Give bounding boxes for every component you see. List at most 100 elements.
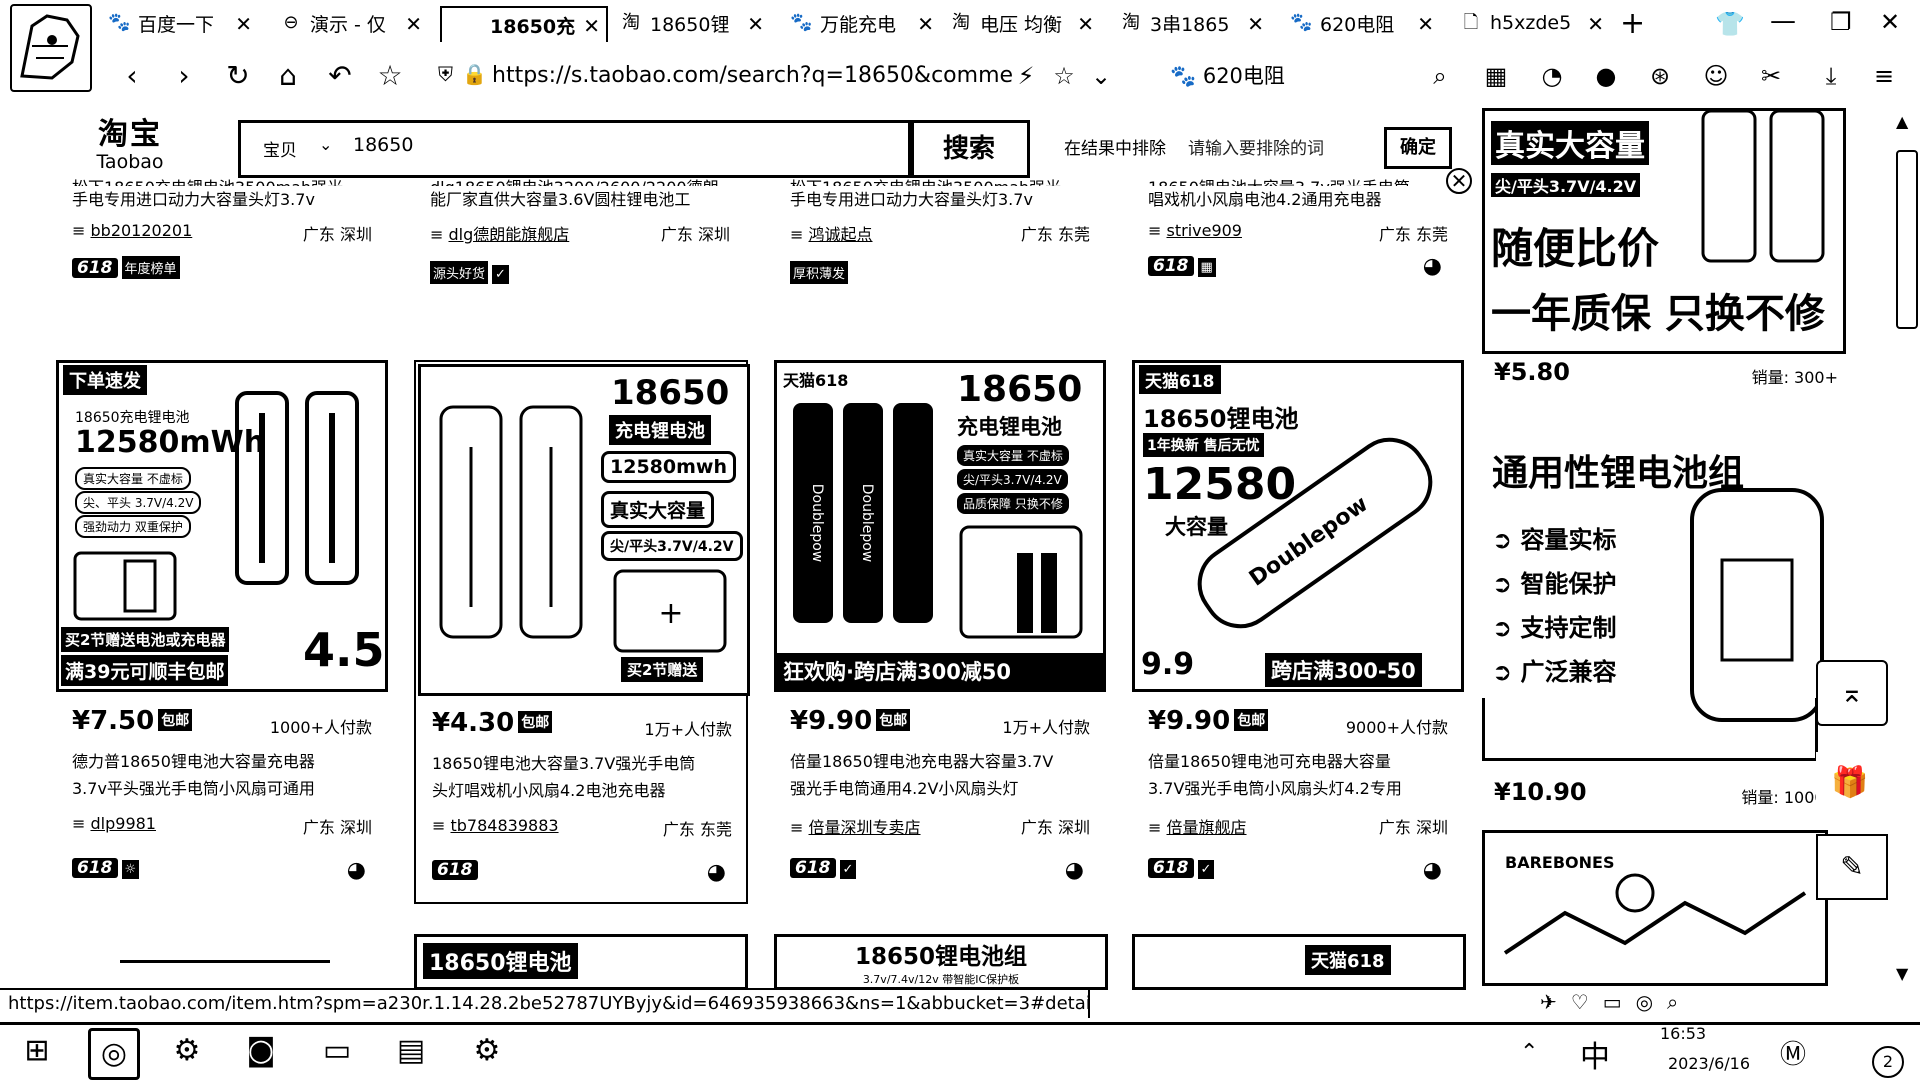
close-icon[interactable]: ✕ [405, 12, 422, 36]
ad-image[interactable]: 真实大容量 尖/平头3.7V/4.2V 随便比价 一年质保 只换不修 [1482, 108, 1846, 354]
undo-icon[interactable]: ↶ [322, 58, 358, 94]
product-title[interactable]: 18650锂电池大容量3.7V强光手电筒 头灯唱戏机小风扇4.2电池充电器 [432, 750, 732, 804]
close-icon[interactable]: ✕ [1587, 12, 1604, 36]
close-icon[interactable]: ✕ [747, 12, 764, 36]
wangwang-icon[interactable]: ◕ [1423, 858, 1442, 883]
tab-5[interactable]: 🐾 万能充电 ✕ [790, 6, 940, 40]
taobao-logo[interactable]: 淘宝 Taobao [90, 118, 170, 176]
shop-link[interactable]: 鸿诚起点 [809, 225, 873, 244]
product-image-partial[interactable]: 18650锂电池组 3.7v/7.4v/12v 带智能IC保护板 [774, 934, 1108, 990]
tab-9[interactable]: 🗋 h5xzde5 ✕ [1460, 6, 1610, 40]
product-image-partial[interactable] [120, 960, 330, 989]
shop-link[interactable]: bb20120201 [91, 221, 193, 240]
close-icon[interactable]: ✕ [1077, 12, 1094, 36]
m-icon[interactable]: Ⓜ [1780, 1034, 1806, 1071]
lock-icon[interactable]: 🔒 [462, 62, 487, 86]
shop-link[interactable]: 倍量旗舰店 [1167, 818, 1247, 837]
app-window-icon[interactable]: ▤ [388, 1028, 434, 1074]
search-engine-shortcut[interactable]: 🐾 620电阻 [1170, 60, 1285, 90]
product-image[interactable]: 天猫618 18650 充电锂电池 真实大容量 不虚标 尖/平头3.7V/4.2… [774, 360, 1106, 692]
shirt-icon[interactable]: 👕 [1715, 10, 1745, 38]
wangwang-icon[interactable]: ◕ [347, 858, 366, 883]
history-icon[interactable]: ◔ [1536, 60, 1568, 92]
wangwang-icon[interactable]: ◕ [1065, 858, 1084, 883]
clock-time[interactable]: 16:53 [1660, 1024, 1706, 1043]
confirm-exclude-button[interactable]: 确定 [1384, 127, 1452, 169]
ad-image[interactable]: 通用性锂电池组 ➲ 容量实标 ➲ 智能保护 ➲ 支持定制 ➲ 广泛兼容 [1482, 420, 1840, 766]
file-explorer-icon[interactable]: ▭ [314, 1028, 360, 1074]
browser-app-icon[interactable]: ◎ [88, 1028, 140, 1080]
exclude-input[interactable]: 请输入要排除的词 [1188, 134, 1324, 159]
download-circle-icon[interactable]: ● [1590, 60, 1622, 92]
product-image-partial[interactable]: 天猫618 [1132, 934, 1466, 990]
scrollbar-thumb[interactable] [1896, 150, 1918, 329]
user-avatar[interactable] [10, 4, 92, 92]
new-tab-button[interactable]: + [1620, 6, 1645, 41]
minimize-button[interactable]: — [1770, 6, 1796, 36]
notification-badge[interactable]: 2 [1872, 1046, 1904, 1078]
settings-gear-icon[interactable]: ⚙ [164, 1028, 210, 1074]
close-window-button[interactable]: ✕ [1880, 8, 1900, 36]
apps-grid-icon[interactable]: ▦ [1480, 60, 1512, 92]
tab-1[interactable]: 🐾 百度一下 ✕ [108, 6, 258, 40]
collapse-icon[interactable]: ⌅ [1816, 660, 1888, 726]
cat-icon[interactable]: ☺ [1700, 60, 1732, 92]
search-button[interactable]: 搜索 [908, 120, 1030, 178]
product-title[interactable]: 德力普18650锂电池大容量充电器 3.7v平头强光手电筒小风扇可通用 [72, 748, 372, 802]
search-input[interactable]: 18650 [353, 134, 413, 156]
shop-link[interactable]: dlg德朗能旗舰店 [449, 225, 570, 244]
forward-button[interactable]: › [166, 58, 202, 94]
close-icon[interactable]: ✕ [1417, 12, 1434, 36]
product-title[interactable]: 倍量18650锂电池充电器大容量3.7V 强光手电筒通用4.2V小风扇头灯 [790, 748, 1090, 802]
tab-4[interactable]: 淘 18650锂 ✕ [620, 6, 770, 40]
chevron-down-icon[interactable]: ⌄ [319, 135, 332, 154]
scissors-icon[interactable]: ✂ [1755, 60, 1787, 92]
favorite-icon[interactable]: ☆ [1048, 60, 1080, 92]
scroll-down-arrow[interactable]: ▼ [1896, 964, 1908, 983]
extension-icon[interactable]: ⊛ [1644, 60, 1676, 92]
product-card-hovered[interactable]: 18650 充电锂电池 12580mwh 真实大容量 尖/平头3.7V/4.2V… [414, 360, 750, 904]
product-title[interactable]: 倍量18650锂电池可充电器大容量 3.7V强光手电筒小风扇头灯4.2专用 [1148, 748, 1448, 802]
gift-icon[interactable]: 🎁 [1816, 752, 1884, 814]
close-icon[interactable]: ✕ [1446, 168, 1472, 194]
close-icon[interactable]: ✕ [235, 12, 252, 36]
product-image[interactable]: 天猫618 18650锂电池 1年换新 售后无忧 12580 大容量 Doubl… [1132, 360, 1464, 692]
home-button[interactable]: ⌂ [270, 58, 306, 94]
shield-icon[interactable]: ⛨ [438, 62, 453, 86]
scroll-up-arrow[interactable]: ▲ [1896, 112, 1908, 131]
reload-button[interactable]: ↻ [220, 58, 256, 94]
tab-2[interactable]: ⊖ 演示 - 仅 ✕ [280, 6, 428, 40]
maximize-button[interactable]: ❐ [1830, 8, 1852, 36]
close-icon[interactable]: ✕ [1247, 12, 1264, 36]
product-card-partial[interactable]: 松下18650充电锂电池3500mah强光 手电专用进口动力大容量头灯3.7v … [790, 174, 1090, 304]
ime-indicator[interactable]: 中 [1580, 1032, 1610, 1076]
product-card[interactable]: 下单速发 18650充电锂电池 12580mWh 真实大容量 不虚标 尖、平头 … [56, 360, 388, 883]
wangwang-icon[interactable]: ◕ [1423, 254, 1442, 279]
product-card-partial[interactable]: dlg18650锂电池3200/2600/2200德朗 能厂家直供大容量3.6V… [430, 174, 730, 304]
shop-link[interactable]: tb784839883 [451, 816, 559, 835]
product-image[interactable]: 下单速发 18650充电锂电池 12580mWh 真实大容量 不虚标 尖、平头 … [56, 360, 388, 692]
ad-image[interactable]: BAREBONES [1482, 830, 1828, 986]
product-image-partial[interactable]: 18650锂电池 [414, 934, 748, 990]
search-category-select[interactable]: 宝贝 [263, 136, 297, 161]
address-bar[interactable]: https://s.taobao.com/search?q=18650&comm… [492, 54, 1012, 98]
close-icon[interactable]: ✕ [583, 14, 600, 38]
clock-date[interactable]: 2023/6/16 [1668, 1054, 1750, 1073]
tab-3-active[interactable]: 18650充 ✕ [440, 6, 608, 42]
wangwang-icon[interactable]: ◕ [707, 860, 726, 885]
tab-8[interactable]: 🐾 620电阻 ✕ [1290, 6, 1440, 40]
shop-link[interactable]: 倍量深圳专卖店 [809, 818, 921, 837]
product-image[interactable]: 18650 充电锂电池 12580mwh 真实大容量 尖/平头3.7V/4.2V… [418, 364, 750, 696]
download-icon[interactable]: ⤓ [1815, 60, 1847, 92]
menu-icon[interactable]: ≡ [1868, 60, 1900, 92]
app-icon[interactable]: ◙ [238, 1028, 284, 1074]
product-card[interactable]: 天猫618 18650锂电池 1年换新 售后无忧 12580 大容量 Doubl… [1132, 360, 1464, 883]
shop-link[interactable]: strive909 [1167, 221, 1242, 240]
windows-start-icon[interactable]: ⊞ [14, 1028, 60, 1074]
lightning-icon[interactable]: ⚡ [1010, 60, 1042, 92]
product-card-partial[interactable]: 松下18650充电锂电池3500mah强光 手电专用进口动力大容量头灯3.7v … [72, 174, 372, 304]
tab-6[interactable]: 淘电压 均衡 ✕ [950, 6, 1100, 40]
close-icon[interactable]: ✕ [917, 12, 934, 36]
product-card[interactable]: 天猫618 18650 充电锂电池 真实大容量 不虚标 尖/平头3.7V/4.2… [774, 360, 1106, 883]
shop-link[interactable]: dlp9981 [91, 814, 156, 833]
